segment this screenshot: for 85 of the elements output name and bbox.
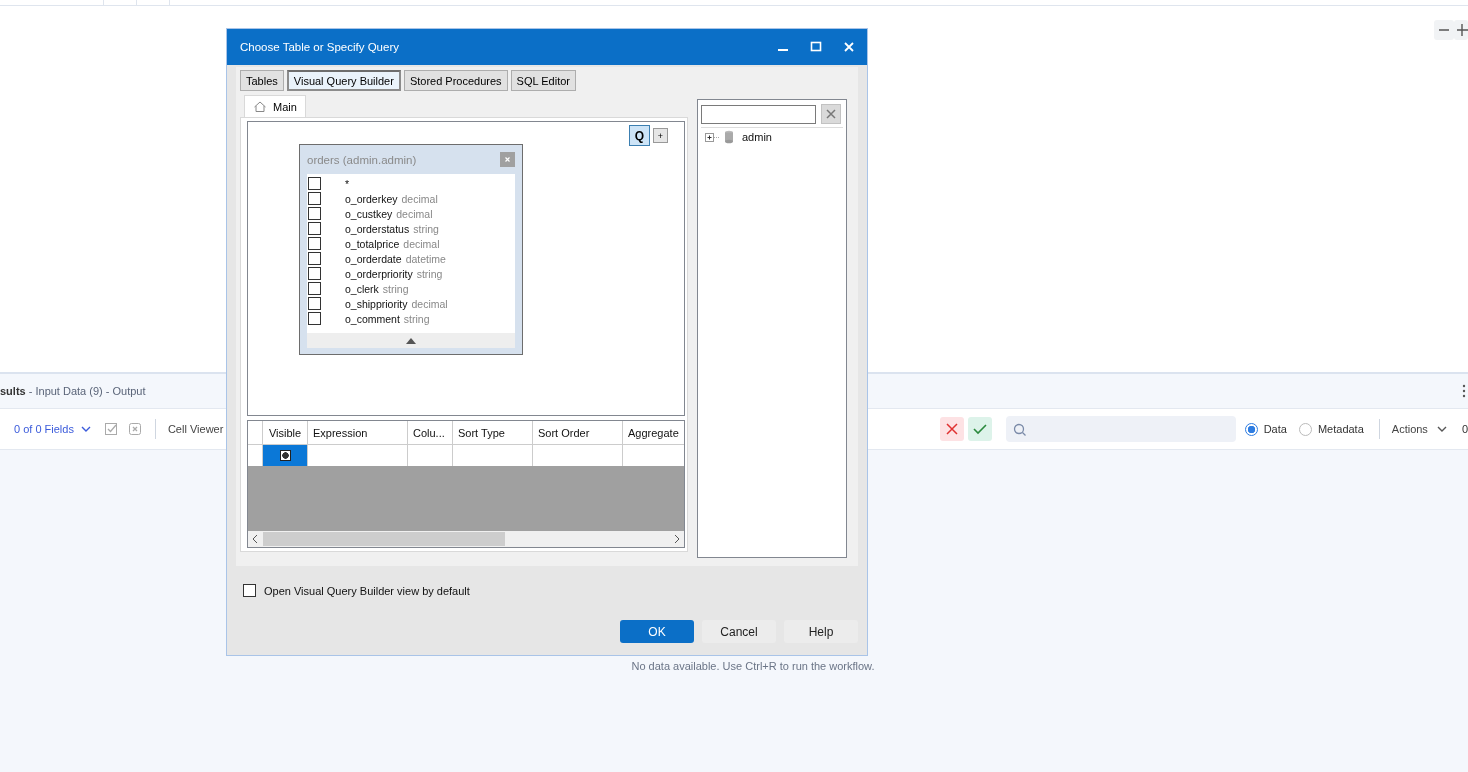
checkbox[interactable] — [308, 192, 321, 205]
field-type: decimal — [403, 237, 440, 250]
accept-button[interactable] — [967, 417, 992, 441]
chevron-down-icon — [1435, 424, 1448, 434]
maximize-icon[interactable] — [810, 41, 822, 53]
field-name: o_clerk — [345, 282, 379, 295]
column-header[interactable]: Sort Order — [533, 421, 623, 444]
checkbox[interactable] — [308, 282, 321, 295]
scroll-right-icon[interactable] — [674, 534, 680, 544]
check-icon — [972, 422, 987, 436]
field-name: o_orderstatus — [345, 222, 410, 235]
scroll-left-icon[interactable] — [252, 534, 258, 544]
field-name: o_custkey — [345, 207, 393, 220]
collapse-icon[interactable] — [406, 337, 416, 344]
tab[interactable]: SQL Editor — [510, 70, 576, 91]
plus-icon[interactable] — [1454, 20, 1468, 40]
field-type: string — [416, 267, 443, 280]
checkbox[interactable] — [308, 312, 321, 325]
table-title: orders (admin.admin) — [307, 153, 417, 166]
checkbox[interactable] — [308, 237, 321, 250]
tab[interactable]: Tables — [240, 70, 284, 91]
query-button[interactable]: Q — [629, 125, 650, 146]
window-title: Choose Table or Specify Query — [240, 41, 399, 53]
table-panel[interactable]: orders (admin.admin) * o_orderkey decimal o_custkey decimal o_orderstatus string o_totalprice decimal o_orderdate datetime o_orderpriority string o_clerk string o_shippriority decimal o_comment string — [299, 144, 523, 355]
database-icon — [724, 130, 734, 144]
field-type: string — [403, 312, 430, 325]
ok-button[interactable]: OK — [620, 620, 694, 643]
radio-option[interactable]: Data — [1244, 422, 1287, 436]
field-name: o_shippriority — [345, 297, 408, 310]
close-icon[interactable] — [843, 41, 855, 53]
add-button[interactable]: + — [653, 128, 668, 143]
radio-option[interactable]: Metadata — [1298, 422, 1364, 436]
more-icon[interactable] — [1462, 384, 1466, 398]
column-header[interactable]: Expression — [308, 421, 408, 444]
field-type: decimal — [396, 207, 433, 220]
checkbox[interactable] — [308, 177, 321, 190]
clear-button[interactable] — [821, 104, 841, 124]
tree-item[interactable]: admin — [705, 130, 843, 144]
reject-button[interactable] — [939, 417, 964, 441]
field-type: decimal — [411, 297, 448, 310]
home-icon — [253, 100, 267, 113]
checkbox[interactable] — [279, 450, 291, 461]
actions-dropdown[interactable]: Actions — [1391, 423, 1448, 435]
checkbox[interactable] — [308, 297, 321, 310]
empty-message: No data available. Use Ctrl+R to run the workflow. — [631, 660, 875, 674]
field-name: o_orderdate — [345, 252, 402, 265]
search-icon — [1012, 422, 1026, 436]
horizontal-scrollbar[interactable] — [248, 531, 684, 547]
check-all-icon[interactable] — [103, 422, 118, 436]
minus-icon[interactable] — [1434, 20, 1454, 40]
close-icon — [944, 422, 959, 436]
field-type: decimal — [401, 192, 438, 205]
search-field[interactable] — [1005, 416, 1236, 442]
column-header[interactable]: Aggregate — [623, 421, 688, 444]
cell-viewer-button[interactable]: Cell Viewer — [167, 423, 224, 435]
expand-icon[interactable] — [705, 132, 720, 142]
radio-button[interactable] — [1244, 422, 1258, 436]
field-type: datetime — [405, 252, 446, 265]
checkbox[interactable] — [243, 584, 256, 597]
field-name: o_comment — [345, 312, 400, 325]
chevron-down-icon — [79, 424, 92, 434]
checkbox-option[interactable]: Open Visual Query Builder view by default — [243, 584, 858, 597]
field-type: string — [382, 282, 409, 295]
tab[interactable]: Main — [244, 95, 306, 117]
field-name: o_totalprice — [345, 237, 400, 250]
field-name: o_orderpriority — [345, 267, 413, 280]
tab[interactable]: Stored Procedures — [403, 70, 508, 91]
column-header[interactable]: Sort Type — [453, 421, 533, 444]
checkbox[interactable] — [308, 252, 321, 265]
close-icon — [825, 108, 837, 120]
tab[interactable]: Visual Query Builder — [286, 70, 401, 91]
results-title: sults - Input Data (9) - Output — [0, 385, 146, 397]
checkbox[interactable] — [308, 222, 321, 235]
fields-dropdown[interactable]: 0 of 0 Fields — [14, 423, 92, 435]
record-count: 0 — [1461, 423, 1468, 435]
field-type: string — [413, 222, 439, 235]
checkbox[interactable] — [308, 267, 321, 280]
field-name: o_orderkey — [345, 192, 398, 205]
field-name: * — [345, 177, 350, 190]
dialog-button[interactable]: Help — [784, 620, 858, 643]
search-field[interactable] — [701, 104, 816, 124]
column-header[interactable]: Colu... — [408, 421, 453, 444]
dialog-button[interactable]: Cancel — [702, 620, 776, 643]
column-header[interactable]: Visible — [263, 421, 308, 444]
checkbox[interactable] — [308, 207, 321, 220]
